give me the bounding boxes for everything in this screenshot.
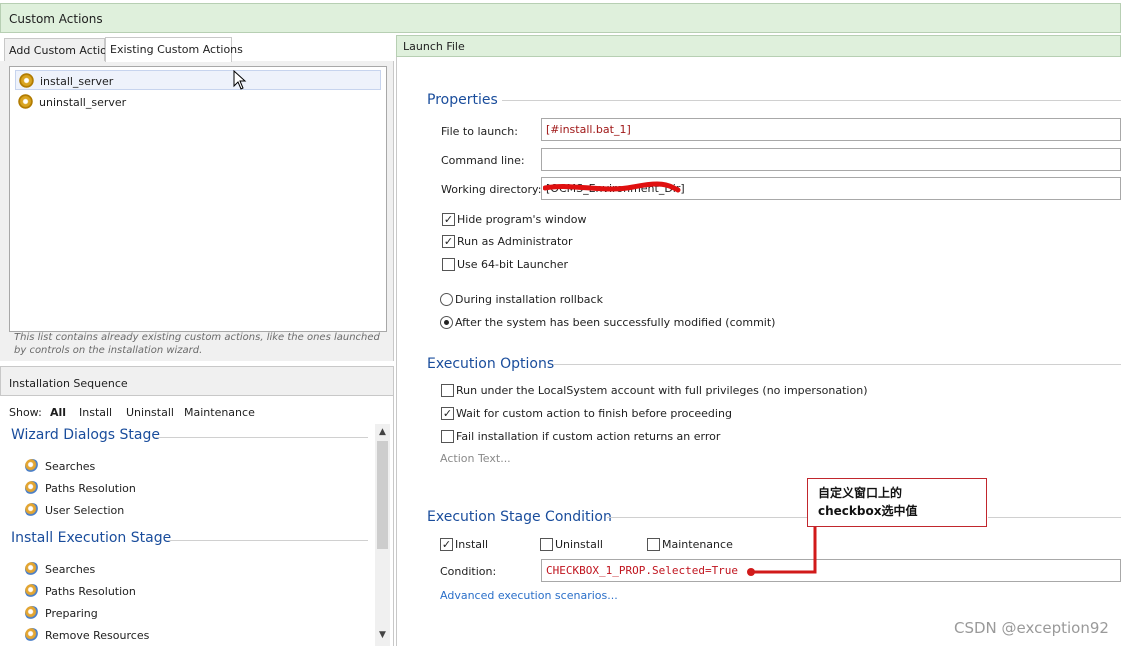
uninstall-stage-checkbox[interactable] [540,538,553,551]
filter-all[interactable]: All [50,406,66,419]
radio-label: After the system has been successfully m… [455,316,776,329]
maintenance-stage-checkbox[interactable] [647,538,660,551]
sequence-item[interactable]: Paths Resolution [25,584,136,598]
list-item[interactable]: uninstall_server [15,92,381,112]
checkbox-label: Run under the LocalSystem account with f… [456,384,868,397]
redaction-scribble-icon [543,181,681,193]
checkbox-label: Install [455,538,489,551]
step-icon [25,606,39,620]
rollback-radio[interactable] [440,293,453,306]
sequence-item[interactable]: Searches [25,562,95,576]
annotation-callout: 自定义窗口上的 checkbox选中值 [807,478,987,527]
sequence-item[interactable]: Preparing [25,606,98,620]
annotation-arrow-icon [747,527,817,576]
properties-section-title: Properties [427,92,498,108]
run-as-admin-checkbox[interactable]: ✓ [442,235,455,248]
execution-options-title: Execution Options [427,356,555,372]
checkbox-label: Maintenance [662,538,733,551]
commit-radio[interactable] [440,316,453,329]
custom-actions-list[interactable]: install_server uninstall_server [9,66,387,332]
checkbox-label: Run as Administrator [457,235,573,248]
action-name: install_server [40,75,114,88]
installation-sequence-title: Installation Sequence [9,377,128,390]
window-title: Custom Actions [9,12,103,26]
checkbox-label: Uninstall [555,538,603,551]
section-divider [988,517,1121,518]
radio-label: During installation rollback [455,293,603,306]
working-directory-label: Working directory: [441,183,542,196]
checkbox-label: Fail installation if custom action retur… [456,430,721,443]
stage-title: Wizard Dialogs Stage [11,427,160,443]
stage-condition-title: Execution Stage Condition [427,509,612,525]
checkbox-label: Wait for custom action to finish before … [456,407,732,420]
condition-field[interactable]: CHECKBOX_1_PROP.Selected=True [541,559,1121,582]
list-hint-text: This list contains already existing cust… [14,332,380,356]
file-to-launch-field[interactable]: [#install.bat_1] [541,118,1121,141]
scrollbar-thumb[interactable] [377,441,388,549]
watermark: CSDN @exception92 [954,619,1109,637]
tab-add-custom-action[interactable]: Add Custom Action [4,38,114,61]
step-icon [25,562,39,576]
action-name: uninstall_server [39,96,127,109]
stage-divider [168,540,368,541]
show-label: Show: [9,406,42,419]
annotation-line: 自定义窗口上的 [818,486,903,500]
section-divider [502,100,1121,101]
wait-checkbox[interactable]: ✓ [441,407,454,420]
stage-divider [155,437,368,438]
command-line-field[interactable] [541,148,1121,171]
stage-title: Install Execution Stage [11,530,172,546]
gear-icon [19,73,34,88]
step-icon [25,503,39,517]
annotation-line: checkbox选中值 [818,504,918,518]
fail-install-checkbox[interactable] [441,430,454,443]
action-text-button[interactable]: Action Text... [440,452,511,465]
checkbox-label: Hide program's window [457,213,587,226]
checkbox-label: Use 64-bit Launcher [457,258,568,271]
step-icon [25,481,39,495]
filter-uninstall[interactable]: Uninstall [126,406,174,419]
sequence-item[interactable]: User Selection [25,503,124,517]
launch-file-title: Launch File [403,40,465,53]
hide-window-checkbox[interactable]: ✓ [442,213,455,226]
sequence-item[interactable]: Searches [25,459,95,473]
advanced-scenarios-link[interactable]: Advanced execution scenarios... [440,589,618,602]
step-icon [25,584,39,598]
install-stage-checkbox[interactable]: ✓ [440,538,453,551]
file-to-launch-label: File to launch: [441,125,518,138]
use-64bit-checkbox[interactable] [442,258,455,271]
mouse-cursor-icon [233,70,247,90]
gear-icon [18,94,33,109]
installation-sequence-header: Installation Sequence [0,366,394,396]
sequence-item[interactable]: Remove Resources [25,628,149,642]
condition-label: Condition: [440,565,497,578]
window-title-bar: Custom Actions [0,3,1121,33]
tab-existing-custom-actions[interactable]: Existing Custom Actions [105,37,243,62]
scroll-up-icon[interactable]: ▲ [375,425,390,440]
step-icon [25,459,39,473]
command-line-label: Command line: [441,154,525,167]
step-icon [25,628,39,642]
section-divider [553,364,1121,365]
localsystem-checkbox[interactable] [441,384,454,397]
filter-install[interactable]: Install [79,406,112,419]
scroll-down-icon[interactable]: ▼ [375,628,390,643]
launch-file-header: Launch File [396,35,1121,57]
section-divider [607,517,807,518]
sequence-item[interactable]: Paths Resolution [25,481,136,495]
list-item[interactable]: install_server [15,70,381,90]
filter-maintenance[interactable]: Maintenance [184,406,255,419]
